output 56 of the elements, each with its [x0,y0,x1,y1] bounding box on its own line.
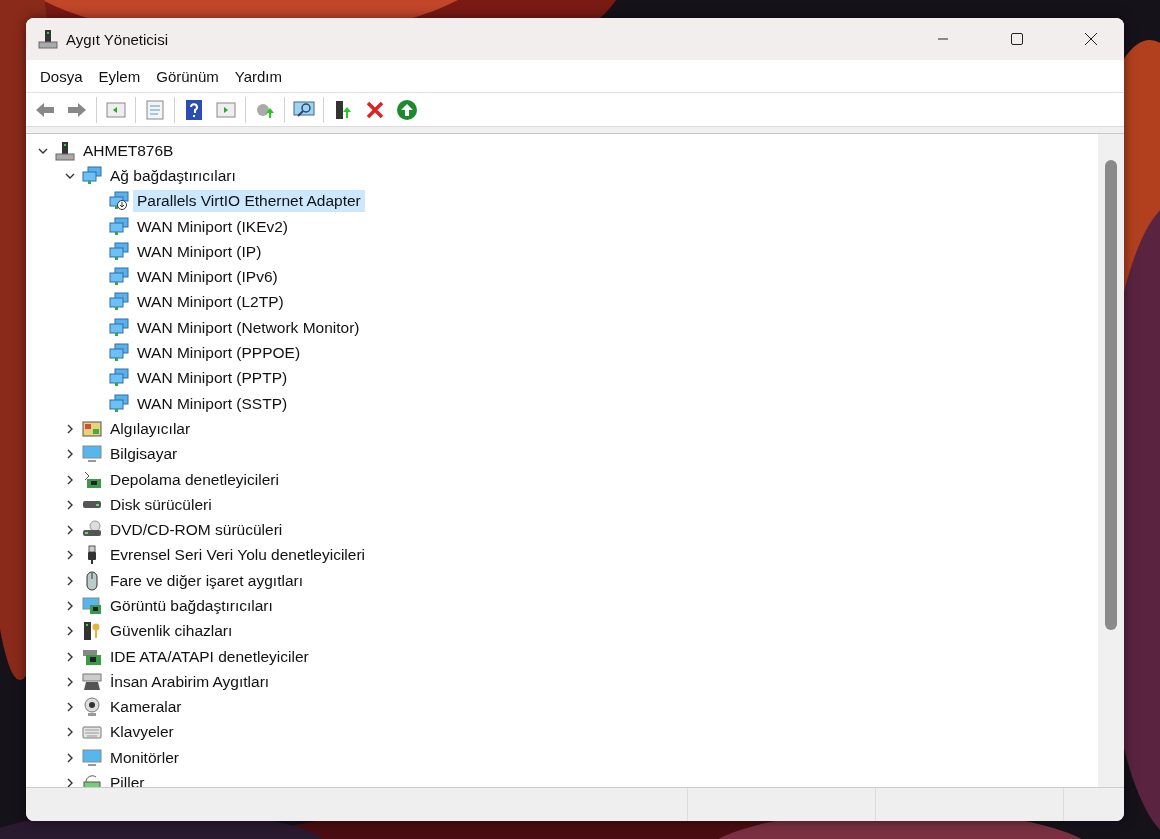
menu-item[interactable]: Görünüm [148,63,227,89]
computer-icon [38,29,58,49]
tree-item[interactable]: Fare ve diğer işaret aygıtları [106,569,307,592]
tree-item[interactable]: Parallels VirtIO Ethernet Adapter [133,190,365,213]
tree-item[interactable]: IDE ATA/ATAPI denetleyiciler [106,645,313,668]
tree-item[interactable]: Görüntü bağdaştırıcıları [106,595,277,617]
network-icon [109,267,129,288]
menu-item[interactable]: Dosya [32,63,91,89]
network-icon [109,241,129,262]
network-icon [109,292,129,313]
network-icon [109,368,129,389]
network-icon [109,317,129,338]
network-icon [109,393,129,414]
tree-item[interactable]: Depolama denetleyicileri [106,468,283,491]
battery-icon [82,773,102,787]
menu-item[interactable]: Yardım [226,63,290,89]
tree-item[interactable]: Klavyeler [106,721,178,744]
tree-item[interactable]: AHMET876B [79,139,178,162]
webcam-icon [82,697,102,718]
monitor-icon [82,747,102,768]
tree-item[interactable]: WAN Miniport (PPTP) [133,367,292,390]
tree-item[interactable]: WAN Miniport (IPv6) [133,266,282,289]
tree-item[interactable]: WAN Miniport (IP) [133,240,266,263]
tree-item[interactable]: DVD/CD-ROM sürücüleri [106,519,287,542]
network-icon [82,165,102,186]
tree-item[interactable]: Algılayıcılar [106,417,195,440]
monitor-icon [82,444,102,465]
tree-item[interactable]: WAN Miniport (Network Monitor) [133,316,364,339]
tree-item[interactable]: Evrensel Seri Veri Yolu denetleyicileri [106,544,370,567]
scrollbar[interactable] [1098,134,1124,787]
close-icon [1084,32,1098,46]
display-adapter-icon [82,596,102,616]
storage-controller-icon [82,469,102,490]
tree-item[interactable]: Güvenlik cihazları [106,620,237,643]
tree-item[interactable]: Kameralar [106,696,186,719]
network-icon [109,216,129,237]
tree-item[interactable]: Disk sürücüleri [106,493,216,516]
tree-item[interactable]: WAN Miniport (L2TP) [133,291,288,314]
network-adapter-download-icon [109,191,129,212]
tree-item[interactable]: Ağ bağdaştırıcıları [106,164,240,187]
tree-item[interactable]: WAN Miniport (SSTP) [133,392,292,415]
sensor-icon [82,418,102,439]
window-title: Aygıt Yöneticisi [66,30,169,48]
scrollbar-thumb[interactable] [1105,160,1117,630]
tree-item[interactable]: WAN Miniport (IKEv2) [133,215,292,238]
tree-item[interactable]: İnsan Arabirim Aygıtları [106,670,274,693]
maximize-icon [1010,32,1024,46]
network-icon [109,343,129,363]
tree-item[interactable]: Bilgisayar [106,443,182,466]
computer-icon [55,140,75,161]
security-key-icon [82,621,102,642]
minimize-icon [937,38,949,40]
tree-item[interactable]: Monitörler [106,746,183,769]
disk-drive-icon [82,500,102,510]
tree-item[interactable]: WAN Miniport (PPPOE) [133,342,305,364]
menu-item[interactable]: Eylem [90,63,149,89]
